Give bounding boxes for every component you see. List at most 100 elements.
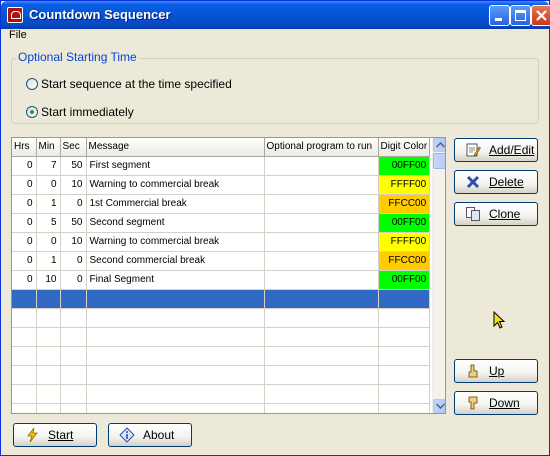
cell-sec: 50: [60, 156, 87, 176]
close-button[interactable]: [531, 5, 550, 26]
scroll-up-button[interactable]: [433, 138, 445, 152]
cell-empty: [378, 403, 431, 413]
cell-min: 10: [36, 270, 61, 290]
cell-empty: [264, 346, 379, 366]
cell-sec: 0: [60, 251, 87, 271]
cell-empty: [378, 365, 431, 385]
lightning-icon: [24, 427, 40, 443]
delete-button[interactable]: Delete: [454, 170, 538, 194]
radio-immediately-circle[interactable]: [26, 106, 38, 118]
table-row-empty[interactable]: [12, 403, 431, 413]
cell-empty: [378, 384, 431, 404]
table-row[interactable]: 0 0 10 Warning to commercial break FFFF00: [12, 175, 431, 195]
radio-start-specified[interactable]: Start sequence at the time specified: [26, 77, 232, 91]
cell-empty: [86, 403, 265, 413]
minimize-button[interactable]: [489, 5, 510, 26]
cell-empty: [12, 289, 37, 309]
about-button[interactable]: About: [108, 423, 192, 447]
table-row-selected[interactable]: [12, 289, 431, 309]
table-row[interactable]: 0 1 0 Second commercial break FFCC00: [12, 251, 431, 271]
app-window: Countdown Sequencer File Optional Starti…: [0, 0, 550, 456]
cell-empty: [378, 346, 431, 366]
cell-min: 0: [36, 232, 61, 252]
cell-sec: 0: [60, 194, 87, 214]
cell-program: [264, 213, 379, 233]
cell-min: 1: [36, 251, 61, 271]
grid-header-row: Hrs Min Sec Message Optional program to …: [12, 138, 431, 157]
delete-x-icon: [465, 174, 481, 190]
cell-message: Second commercial break: [86, 251, 265, 271]
table-row-empty[interactable]: [12, 308, 431, 328]
cell-empty: [12, 403, 37, 413]
cell-min: 5: [36, 213, 61, 233]
scroll-down-icon: [436, 403, 445, 409]
table-row[interactable]: 0 7 50 First segment 00FF00: [12, 156, 431, 176]
cell-empty: [36, 289, 61, 309]
clone-label: Clone: [489, 207, 521, 221]
delete-label: Delete: [489, 175, 524, 189]
table-row-empty[interactable]: [12, 365, 431, 385]
cell-empty: [12, 384, 37, 404]
cell-message: Warning to commercial break: [86, 175, 265, 195]
maximize-button[interactable]: [510, 5, 531, 26]
minimize-icon: [495, 18, 502, 21]
cell-empty: [36, 365, 61, 385]
cell-empty: [36, 384, 61, 404]
cell-sec: 10: [60, 175, 87, 195]
cell-hrs: 0: [12, 232, 37, 252]
cell-empty: [12, 365, 37, 385]
cell-digit-color: FFFF00: [378, 175, 431, 195]
grid-scrollbar[interactable]: [432, 138, 445, 413]
starting-time-legend: Optional Starting Time: [16, 50, 139, 64]
col-header-hrs[interactable]: Hrs: [12, 138, 37, 157]
segments-grid[interactable]: Hrs Min Sec Message Optional program to …: [11, 137, 446, 414]
cell-empty: [60, 346, 87, 366]
table-row-empty[interactable]: [12, 384, 431, 404]
col-header-message[interactable]: Message: [86, 138, 265, 157]
radio-specified-circle[interactable]: [26, 78, 38, 90]
cell-sec: 0: [60, 270, 87, 290]
scroll-thumb[interactable]: [433, 153, 445, 169]
app-icon[interactable]: [7, 7, 23, 23]
cell-program: [264, 175, 379, 195]
table-row[interactable]: 0 5 50 Second segment 00FF00: [12, 213, 431, 233]
clone-button[interactable]: Clone: [454, 202, 538, 226]
cell-empty: [264, 308, 379, 328]
col-header-min[interactable]: Min: [36, 138, 61, 157]
table-row-empty[interactable]: [12, 346, 431, 366]
table-row[interactable]: 0 1 0 1st Commercial break FFCC00: [12, 194, 431, 214]
title-bar[interactable]: Countdown Sequencer: [1, 1, 550, 29]
down-button[interactable]: Down: [454, 391, 538, 415]
menu-file[interactable]: File: [9, 29, 27, 41]
cell-empty: [86, 289, 265, 309]
cell-digit-color: FFCC00: [378, 194, 431, 214]
cell-empty: [36, 327, 61, 347]
cell-digit-color: 00FF00: [378, 156, 431, 176]
table-row[interactable]: 0 10 0 Final Segment 00FF00: [12, 270, 431, 290]
segments-table: Hrs Min Sec Message Optional program to …: [12, 138, 431, 413]
table-row[interactable]: 0 0 10 Warning to commercial break FFFF00: [12, 232, 431, 252]
cell-message: Final Segment: [86, 270, 265, 290]
cell-min: 0: [36, 175, 61, 195]
up-button[interactable]: Up: [454, 359, 538, 383]
cell-hrs: 0: [12, 213, 37, 233]
cell-min: 7: [36, 156, 61, 176]
add-edit-button[interactable]: Add/Edit: [454, 138, 538, 162]
copy-icon: [465, 206, 481, 222]
col-header-sec[interactable]: Sec: [60, 138, 87, 157]
add-edit-label: Add/Edit: [489, 143, 535, 157]
cell-empty: [60, 384, 87, 404]
radio-start-immediately[interactable]: Start immediately: [26, 105, 134, 119]
col-header-digit-color[interactable]: Digit Color: [378, 138, 431, 157]
table-row-empty[interactable]: [12, 327, 431, 347]
cell-sec: 10: [60, 232, 87, 252]
cell-hrs: 0: [12, 175, 37, 195]
start-button[interactable]: Start: [13, 423, 97, 447]
cell-program: [264, 251, 379, 271]
up-label: Up: [489, 364, 505, 378]
cell-empty: [36, 403, 61, 413]
cell-empty: [86, 346, 265, 366]
cell-empty: [60, 403, 87, 413]
scroll-down-button[interactable]: [433, 399, 445, 413]
col-header-program[interactable]: Optional program to run: [264, 138, 379, 157]
